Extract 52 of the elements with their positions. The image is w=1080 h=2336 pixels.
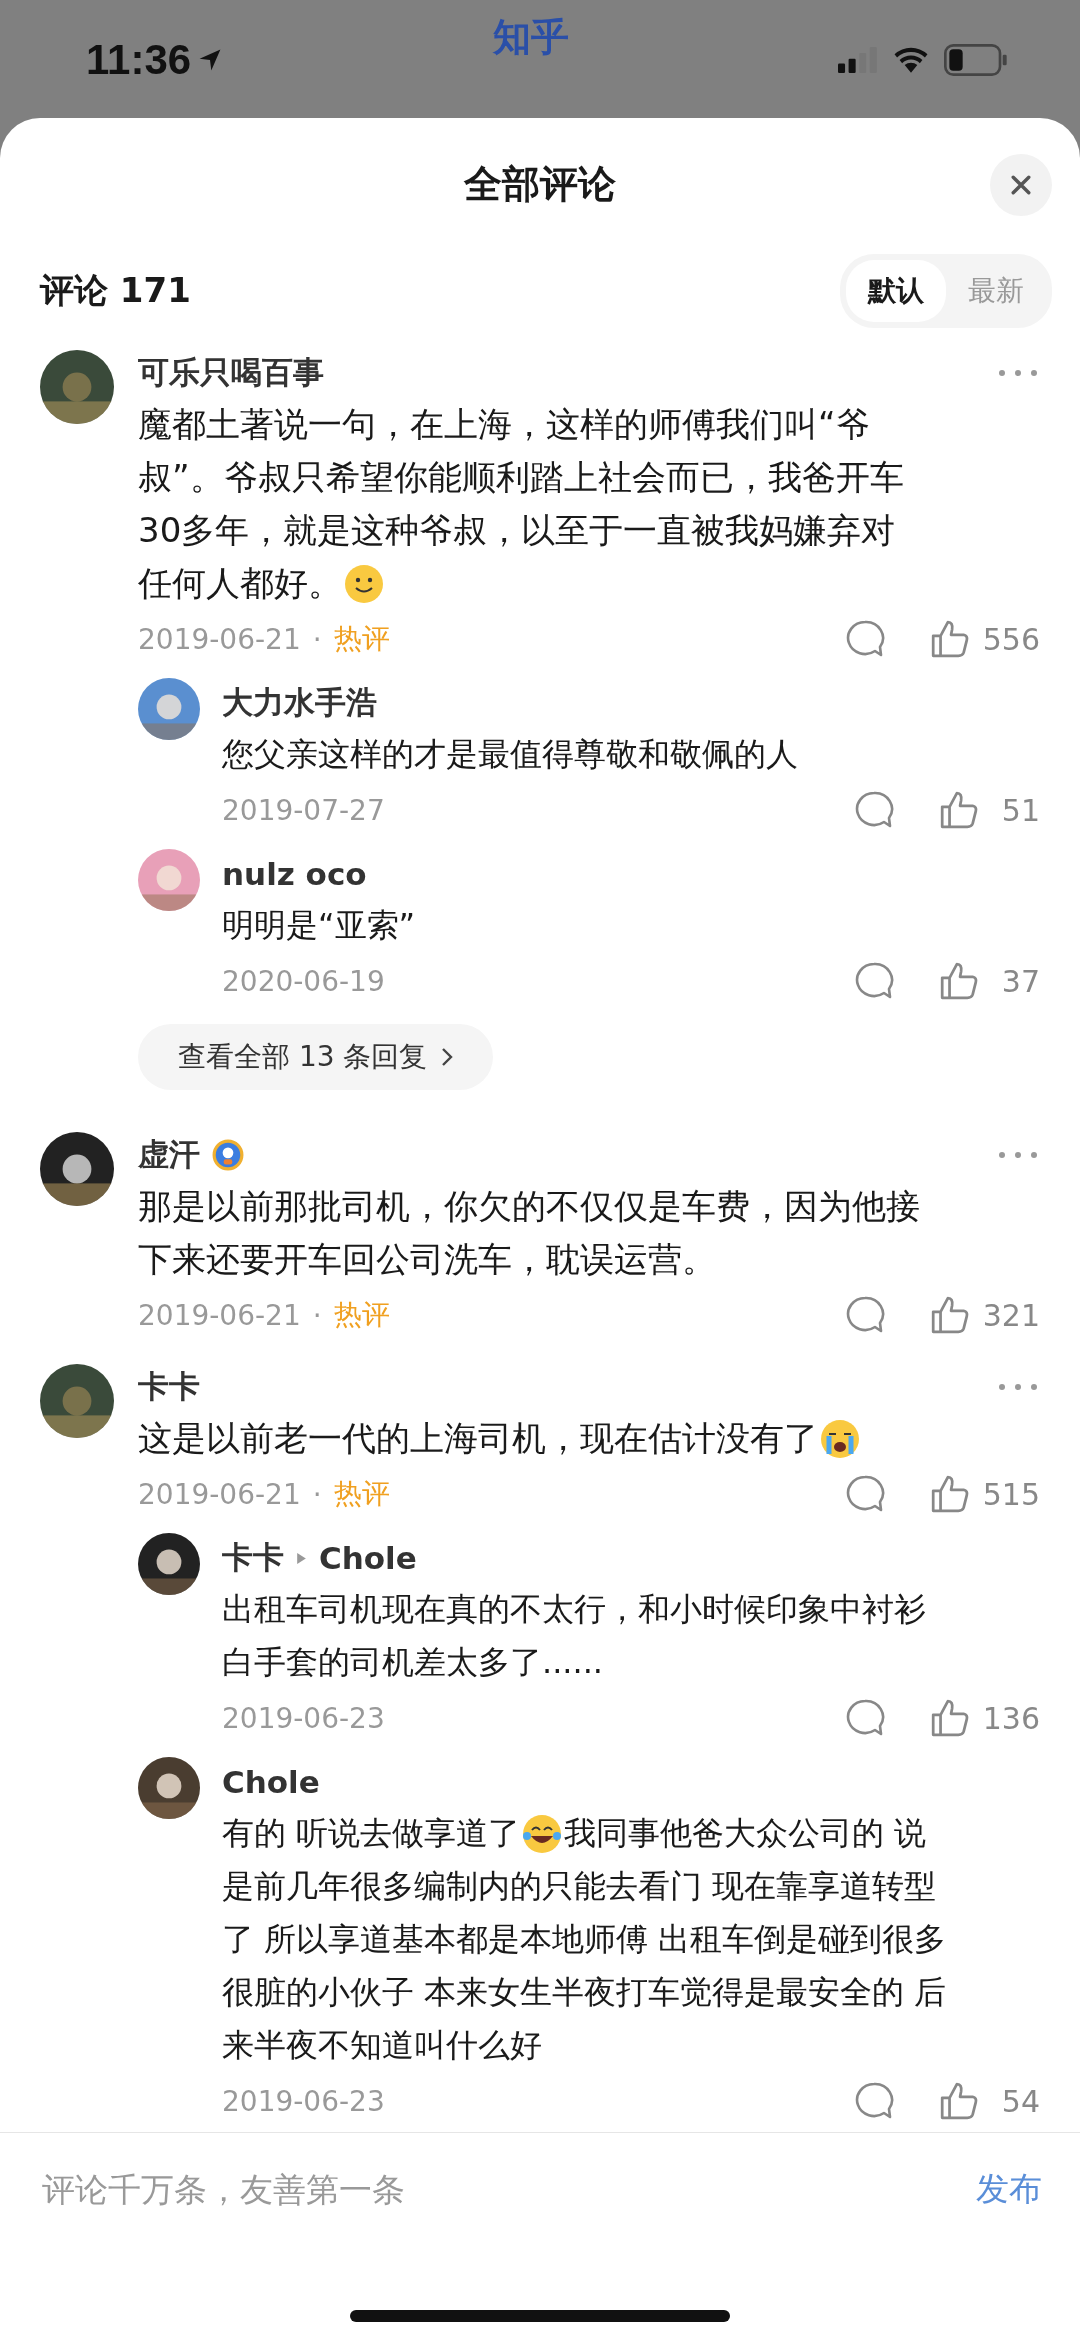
- reply-date: 2019-06-23: [222, 2084, 385, 2118]
- comment-date: 2019-06-21: [138, 1298, 301, 1332]
- reply-date: 2019-07-27: [222, 793, 385, 827]
- author-name: 可乐只喝百事: [138, 353, 324, 392]
- author-name: Chole: [222, 1764, 320, 1800]
- reply-text: 有的 听说去做享道了: [222, 1813, 521, 1854]
- like-count: 54: [1000, 2083, 1040, 2119]
- separator-dot: ·: [312, 1477, 322, 1511]
- comment-date: 2019-06-21: [138, 1477, 301, 1511]
- reply-text: 我同事他爸大众公司的 说: [564, 1813, 927, 1854]
- comment-input[interactable]: 评论千万条，友善第一条: [40, 2169, 976, 2210]
- like-count: 37: [1000, 963, 1040, 999]
- reply-text: 明明是“亚索”: [222, 905, 416, 946]
- comment-count: 评论 171: [40, 269, 191, 312]
- reply-text: 出租车司机现在真的不太行，和小时候印象中衬衫: [222, 1589, 926, 1630]
- reply-text: 是前几年很多编制内的只能去看门 现在靠享道转型: [222, 1866, 937, 1907]
- hot-tag: 热评: [333, 620, 390, 658]
- comment-text: 叔”。爷叔只希望你能顺利踏上社会而已，我爸开车: [138, 456, 904, 499]
- reply-text: 很脏的小伙子 本来女生半夜打车觉得是最安全的 后: [222, 1972, 947, 2013]
- comment-date: 2019-06-21: [138, 622, 301, 656]
- like-count: 556: [982, 621, 1040, 657]
- separator-dot: ·: [312, 622, 322, 656]
- author-name: 卡卡: [138, 1367, 200, 1406]
- comment-text: 30多年，就是这种爷叔，以至于一直被我妈嫌弃对: [138, 509, 896, 552]
- status-time: 11:36: [86, 36, 192, 84]
- author-name: 大力水手浩: [222, 683, 377, 722]
- reply-target-name: Chole: [319, 1540, 417, 1576]
- hot-tag: 热评: [333, 1296, 390, 1334]
- hot-tag: 热评: [333, 1475, 390, 1513]
- sort-tab[interactable]: 默认: [846, 260, 946, 322]
- comment-text: 那是以前那批司机，你欠的不仅仅是车费，因为他接: [138, 1185, 920, 1228]
- author-name: nulz oco: [222, 856, 367, 892]
- like-count: 321: [982, 1297, 1040, 1333]
- reply-text: 了 所以享道基本都是本地师傅 出租车倒是碰到很多: [222, 1919, 947, 1960]
- separator-dot: ·: [312, 1298, 322, 1332]
- comment-text: 任何人都好。: [138, 562, 342, 605]
- author-name: 卡卡: [222, 1538, 284, 1577]
- like-count: 515: [982, 1476, 1040, 1512]
- reply-text: 来半夜不知道叫什么好: [222, 2025, 542, 2066]
- reply-date: 2019-06-23: [222, 1701, 385, 1735]
- like-count: 51: [1000, 792, 1040, 828]
- view-all-replies-button[interactable]: 查看全部 13 条回复: [138, 1024, 494, 1090]
- like-count: 136: [982, 1700, 1040, 1736]
- app-label: 知乎: [492, 14, 569, 61]
- comment-text: 魔都土著说一句，在上海，这样的师傅我们叫“爷: [138, 403, 870, 446]
- comment-text: 下来还要开车回公司洗车，耽误运营。: [138, 1238, 716, 1281]
- reply-date: 2020-06-19: [222, 964, 385, 998]
- sheet-title: 全部评论: [464, 160, 616, 208]
- reply-text: 您父亲这样的才是最值得尊敬和敬佩的人: [222, 734, 798, 775]
- author-name: 虚汗: [138, 1135, 200, 1174]
- reply-text: 白手套的司机差太多了......: [222, 1642, 604, 1683]
- comment-text: 这是以前老一代的上海司机，现在估计没有了: [138, 1417, 818, 1460]
